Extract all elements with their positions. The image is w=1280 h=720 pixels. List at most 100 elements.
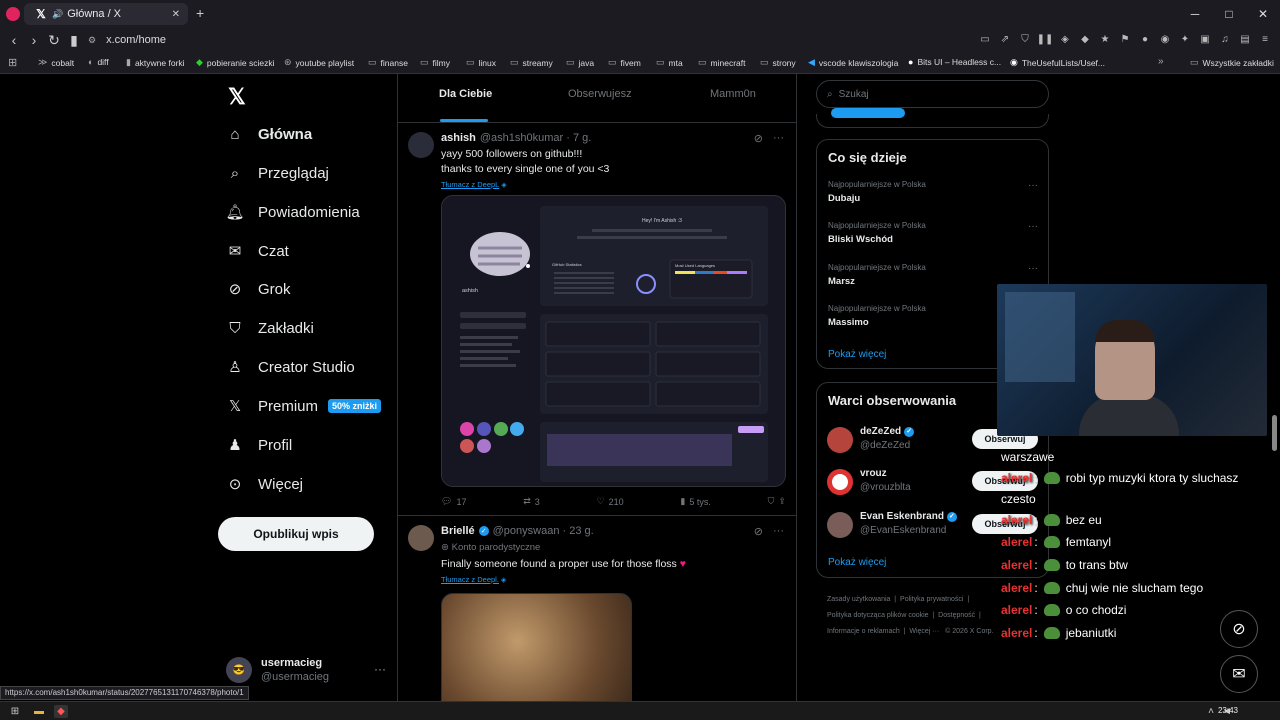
trend-item[interactable]: Najpopularniejsze w Polska Dubaju ··· <box>828 180 1038 204</box>
bookmark-folder[interactable]: ▭ filmy <box>420 57 450 68</box>
site-settings-icon[interactable]: ⚙ <box>88 35 96 46</box>
address-bar[interactable]: ⚙ x.com/home <box>88 30 988 50</box>
post-button[interactable]: Opublikuj wpis <box>218 517 374 551</box>
nav-profile[interactable]: ♟ Profil <box>226 430 292 460</box>
bookmark-item[interactable]: ◆ pobieranie sciezki <box>196 57 275 68</box>
bookmark-item[interactable]: ◉ TheUsefulLists/Usef... <box>1010 57 1105 68</box>
share-icon[interactable]: ⇗ <box>998 32 1012 46</box>
footer-link[interactable]: Informacje o reklamach <box>827 628 900 635</box>
pause-icon[interactable]: ❚❚ <box>1037 32 1054 46</box>
extension-icon[interactable]: ● <box>1138 32 1152 46</box>
new-tab-button[interactable]: + <box>196 5 204 21</box>
bookmark-item[interactable]: ◐ diff <box>88 57 109 67</box>
nav-grok[interactable]: ⊘ Grok <box>226 274 291 304</box>
browser-tab-active[interactable]: 𝕏 🔊 Główna / X ✕ <box>24 3 188 25</box>
apps-grid-icon[interactable]: ⊞ <box>8 56 17 69</box>
footer-link[interactable]: Dostępność <box>938 612 975 619</box>
browser-menu-icon[interactable] <box>6 7 20 21</box>
tab-close-icon[interactable]: ✕ <box>172 9 180 20</box>
extension-icon[interactable]: ★ <box>1098 32 1112 46</box>
translate-link[interactable]: Tłumacz z Deepl. <box>441 575 499 584</box>
more-dots-icon[interactable]: ··· <box>773 525 784 538</box>
nav-notifications[interactable]: 🔔︎ Powiadomienia <box>225 197 359 227</box>
nav-premium[interactable]: 𝕏 Premium 50% zniżki <box>226 391 382 421</box>
extension-icon[interactable]: ⚑ <box>1118 32 1132 46</box>
back-icon[interactable]: ‹ <box>4 30 24 50</box>
minimize-button[interactable]: ─ <box>1178 0 1212 28</box>
search-input[interactable]: ⌕ Szukaj <box>816 80 1049 108</box>
grok-icon[interactable]: ⊘ <box>754 525 763 538</box>
messages-fab[interactable]: ✉ <box>1220 655 1258 693</box>
avatar[interactable] <box>408 525 434 551</box>
shield-icon[interactable]: ⛉ <box>1018 32 1032 46</box>
translate-link[interactable]: Tłumacz z DeepL <box>441 180 499 189</box>
start-icon[interactable]: ⊞ <box>8 705 22 718</box>
scrollbar[interactable] <box>1272 415 1277 451</box>
bookmark-item[interactable]: ⊛ youtube playlist <box>284 57 354 68</box>
bookmark-item[interactable]: ▮ aktywne forki <box>126 57 185 68</box>
browser-taskbar-icon[interactable]: ◆ <box>54 705 68 718</box>
forward-icon[interactable]: › <box>24 30 44 50</box>
menu-icon[interactable]: ≡ <box>1258 32 1272 46</box>
avatar[interactable] <box>408 132 434 158</box>
nav-explore[interactable]: ⌕ Przeglądaj <box>226 158 329 188</box>
account-switcher[interactable]: 😎 usermacieg @usermacieg ··· <box>226 654 386 686</box>
playlist-icon[interactable]: ♫ <box>1218 32 1232 46</box>
nav-bookmarks[interactable]: ⛉ Zakładki <box>226 313 314 343</box>
nav-chat[interactable]: ✉ Czat <box>226 236 289 266</box>
reload-icon[interactable]: ↻ <box>44 30 64 50</box>
all-bookmarks-folder[interactable]: ▭ Wszystkie zakładki <box>1190 57 1274 68</box>
cast-icon[interactable]: ▭ <box>978 32 992 46</box>
tweet-author-handle[interactable]: @ash1sh0kumar · 7 g. <box>480 132 591 144</box>
show-more-link[interactable]: Pokaż więcej <box>828 349 886 360</box>
x-logo-icon[interactable]: 𝕏 <box>228 84 246 110</box>
tab-for-you[interactable]: Dla Ciebie <box>439 88 492 100</box>
bookmark-folder[interactable]: ▭ streamy <box>510 57 553 68</box>
bookmark-folder[interactable]: ▭ fivem <box>608 57 641 68</box>
close-window-button[interactable]: ✕ <box>1246 0 1280 28</box>
tweet-image[interactable]: ashish Hey! I'm Ashish :3 GitHub Statist… <box>441 195 786 487</box>
bookmark-folder[interactable]: ▭ mta <box>656 57 683 68</box>
file-explorer-icon[interactable]: ▬ <box>32 705 46 718</box>
tweet[interactable]: Briellé ✓ @ponyswaan · 23 g. ⊘ ··· ⊛ Kon… <box>398 517 796 701</box>
views-button[interactable]: ▮ 5 tys. <box>680 496 710 507</box>
tray-chevron-icon[interactable]: ˄ <box>1204 705 1218 718</box>
nav-creator-studio[interactable]: ♙ Creator Studio <box>226 352 354 382</box>
extension-icon[interactable]: ◉ <box>1158 32 1172 46</box>
repost-button[interactable]: ⇄ 3 <box>523 496 540 507</box>
bookmark-page-icon[interactable]: ▮ <box>64 30 84 50</box>
footer-link[interactable]: Zasady użytkowania <box>827 596 890 603</box>
bookmark-folder[interactable]: ▭ minecraft <box>698 57 745 68</box>
more-dots-icon[interactable]: ··· <box>773 132 784 145</box>
bookmark-tweet-button[interactable]: ⛉ ⇪ <box>768 496 786 507</box>
tweet-author-name[interactable]: Briellé <box>441 525 475 537</box>
nav-home[interactable]: ⌂ Główna <box>226 119 312 149</box>
sidebar-icon[interactable]: ▣ <box>1198 32 1212 46</box>
extensions-puzzle-icon[interactable]: ✦ <box>1178 32 1192 46</box>
grok-fab[interactable]: ⊘ <box>1220 610 1258 648</box>
reply-button[interactable]: 💬︎ 17 <box>441 496 466 507</box>
footer-link[interactable]: Polityka dotycząca plików cookie <box>827 612 929 619</box>
bookmark-folder[interactable]: ▭ strony <box>760 57 796 68</box>
extension-icon[interactable]: ◈ <box>1058 32 1072 46</box>
bookmark-folder[interactable]: ▭ finanse <box>368 57 408 68</box>
wallet-icon[interactable]: ▤ <box>1238 32 1252 46</box>
footer-link[interactable]: Polityka prywatności <box>900 596 963 603</box>
bookmark-item[interactable]: ◀ vscode klawiszologia <box>808 57 898 68</box>
show-more-link[interactable]: Pokaż więcej <box>828 557 886 568</box>
trend-item[interactable]: Najpopularniejsze w Polska Bliski Wschód ·… <box>828 221 1038 245</box>
extension-icon[interactable]: ◆ <box>1078 32 1092 46</box>
tweet[interactable]: ashish @ash1sh0kumar · 7 g. ⊘ ··· yayy 5… <box>398 124 796 516</box>
maximize-button[interactable]: □ <box>1212 0 1246 28</box>
nav-more[interactable]: ⊙ Więcej <box>226 469 303 499</box>
footer-link[interactable]: Więcej ··· <box>909 628 939 635</box>
tweet-image[interactable] <box>441 593 632 701</box>
like-button[interactable]: ♡ 210 <box>597 496 624 507</box>
tweet-author-handle[interactable]: @ponyswaan · 23 g. <box>493 525 594 537</box>
tweet-author-name[interactable]: ashish <box>441 132 476 144</box>
share-icon[interactable]: ⇪ <box>778 496 786 507</box>
more-bookmarks-icon[interactable]: » <box>1158 56 1164 67</box>
bookmark-folder[interactable]: ▭ java <box>566 57 594 68</box>
more-dots-icon[interactable]: ··· <box>374 662 386 676</box>
bookmark-item[interactable]: ● Bits UI – Headless c... <box>908 57 1001 67</box>
